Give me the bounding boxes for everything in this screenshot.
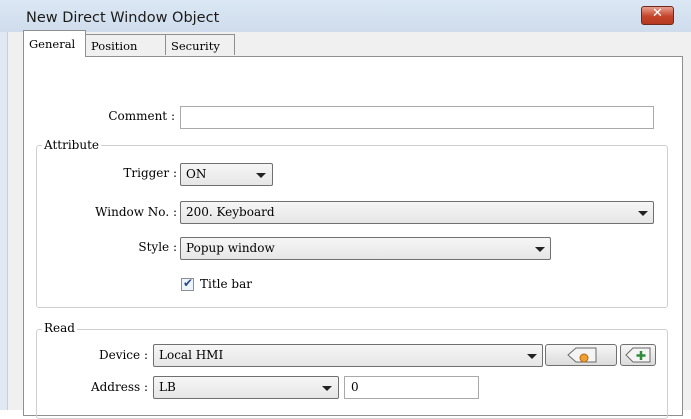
window-no-select[interactable]: 200. Keyboard [180, 201, 654, 224]
title-bar[interactable]: New Direct Window Object ✕ [0, 0, 691, 33]
comment-label: Comment : [108, 109, 175, 123]
address-type-select[interactable]: LB [153, 376, 339, 399]
trigger-select[interactable]: ON [180, 163, 273, 186]
device-value: Local HMI [159, 348, 224, 362]
comment-input[interactable] [180, 106, 654, 129]
tag-settings-icon [567, 347, 597, 363]
address-input[interactable]: 0 [344, 376, 479, 399]
read-group [36, 329, 668, 419]
device-settings-button[interactable] [545, 344, 617, 366]
address-value: 0 [351, 380, 359, 394]
device-label: Device : [98, 348, 148, 362]
window-frame-edge [0, 32, 8, 410]
trigger-label: Trigger : [123, 166, 177, 180]
attribute-group-title: Attribute [42, 138, 102, 152]
window-no-label: Window No. : [95, 205, 177, 219]
chevron-down-icon [527, 354, 537, 359]
window-title: New Direct Window Object [26, 10, 220, 26]
title-bar-checkbox[interactable]: ✔ [181, 276, 194, 291]
chevron-down-icon [535, 247, 545, 252]
add-address-icon [625, 347, 651, 363]
checkmark-icon: ✔ [183, 276, 194, 290]
tab-position[interactable]: Position [85, 34, 166, 55]
chevron-down-icon [322, 386, 332, 391]
tab-general-label: General [29, 37, 76, 51]
chevron-down-icon [256, 173, 266, 178]
tab-general[interactable]: General [23, 30, 86, 57]
read-group-title: Read [42, 321, 77, 335]
style-select[interactable]: Popup window [180, 237, 551, 260]
window-no-value: 200. Keyboard [186, 205, 275, 219]
close-button[interactable]: ✕ [641, 6, 674, 25]
trigger-value: ON [186, 167, 207, 181]
close-icon: ✕ [652, 6, 663, 21]
address-type-value: LB [159, 380, 176, 394]
device-select[interactable]: Local HMI [153, 344, 543, 367]
title-bar-label: Title bar [200, 277, 252, 291]
address-label: Address : [90, 380, 148, 394]
style-label: Style : [138, 240, 177, 254]
tab-position-label: Position [91, 39, 138, 53]
dialog-window: New Direct Window Object ✕ General Posit… [0, 0, 691, 419]
chevron-down-icon [638, 211, 648, 216]
tab-security-label: Security [171, 39, 220, 53]
add-address-button[interactable] [620, 344, 656, 366]
style-value: Popup window [186, 241, 275, 255]
tab-security[interactable]: Security [165, 34, 235, 55]
